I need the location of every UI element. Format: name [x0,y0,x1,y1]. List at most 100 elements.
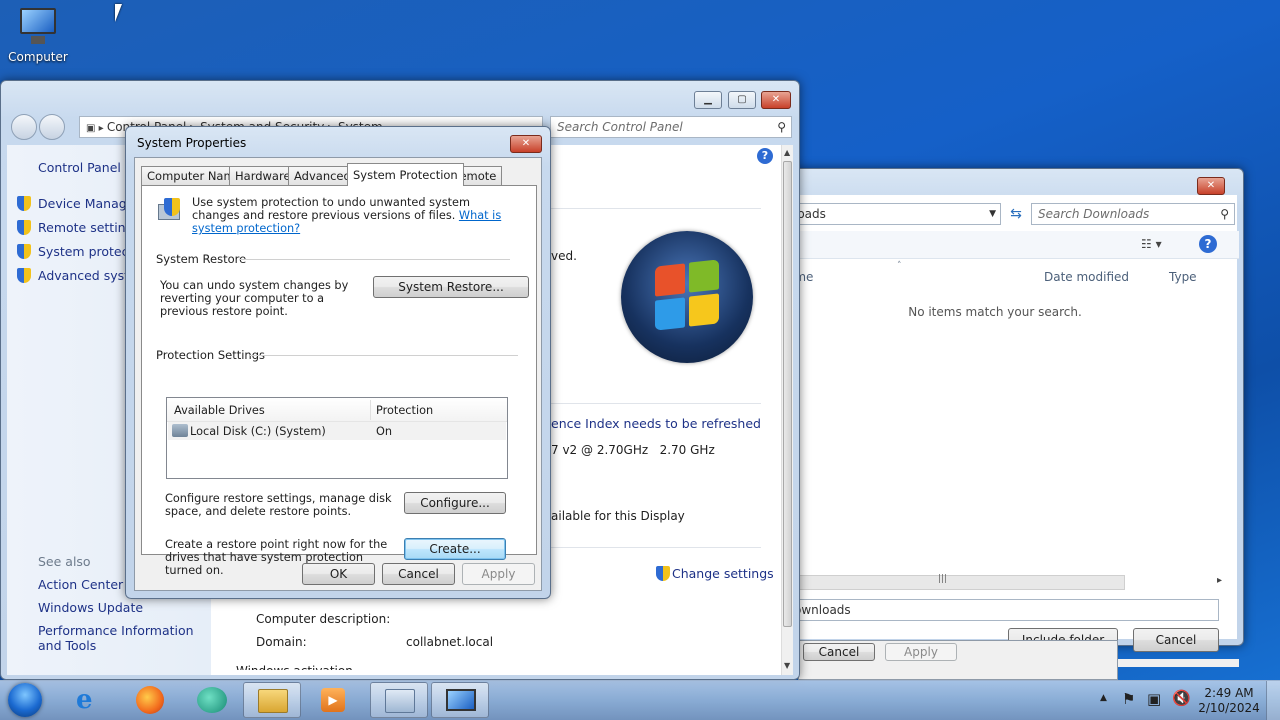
scroll-right-arrow-icon[interactable]: ▸ [1217,575,1222,586]
empty-message: No items match your search. [908,305,1082,319]
domain-label: Domain: [256,635,307,649]
search-icon[interactable]: ⚲ [777,117,786,137]
shield-icon [17,220,31,235]
cp-vertical-scrollbar[interactable]: ▲ ▼ [781,145,793,675]
search-icon[interactable]: ⚲ [1220,204,1229,224]
drives-list[interactable]: Available Drives Protection Local Disk (… [166,397,508,479]
column-date-modified[interactable]: Date modified [1044,270,1129,284]
minimize-button[interactable]: ▁ [694,91,722,109]
folder-path-field[interactable]: ownloads [787,599,1219,621]
back-arrow-icon[interactable] [11,114,37,140]
taskbar-explorer[interactable] [243,682,301,718]
restore-description: You can undo system changes by reverting… [160,279,349,318]
ok-button[interactable]: OK [302,563,375,585]
control-panel-icon [385,689,415,713]
internet-explorer-icon: e [76,685,93,715]
chat-bubble-icon [197,687,227,713]
horizontal-scrollbar[interactable]: ||| [787,574,1125,590]
see-also-action-center[interactable]: Action Center [38,577,123,592]
windows-logo [621,231,753,363]
sort-arrow-icon: ˄ [897,261,902,271]
dialog-title: System Properties [137,136,247,150]
shield-icon [656,566,670,581]
taskbar-system-properties[interactable] [431,682,489,718]
mouse-pointer-icon [115,4,122,22]
refresh-icon[interactable]: ⇆ [1005,203,1027,225]
drive-row[interactable]: Local Disk (C:) (System) On [168,422,506,440]
taskbar-internet-explorer[interactable]: e [62,682,120,718]
maximize-button[interactable]: ▢ [728,91,756,109]
column-available-drives[interactable]: Available Drives [174,404,265,417]
divider [551,403,761,404]
drive-name: Local Disk (C:) (System) [190,425,326,438]
taskbar-chat-app[interactable] [183,682,241,718]
tab-hardware[interactable]: Hardware [229,166,297,185]
volume-muted-icon[interactable]: 🔇 [1172,689,1191,707]
processor-value: 7 v2 @ 2.70GHz 2.70 GHz [551,443,715,457]
explorer-toolbar: ☷ ▾ ? [787,231,1239,259]
group-divider [240,259,510,260]
windows-orb-icon [8,683,42,717]
taskbar-media-player[interactable]: ▶ [305,682,363,718]
network-icon[interactable]: ▣ [1147,690,1161,708]
dialog-close-button[interactable]: ✕ [510,135,542,153]
column-protection[interactable]: Protection [376,404,433,417]
firefox-icon [136,686,164,714]
hard-drive-icon [172,424,188,437]
background-dialog: Cancel Apply [798,640,1118,680]
computer-icon [17,6,59,46]
tray-clock[interactable]: 2:49 AM 2/10/2024 [1198,686,1260,716]
see-also-windows-update[interactable]: Windows Update [38,600,143,615]
intro-text: Use system protection to undo unwanted s… [192,196,470,222]
explorer-close-button[interactable]: ✕ [1197,177,1225,195]
scroll-down-arrow-icon[interactable]: ▼ [784,661,790,670]
background-apply-button[interactable]: Apply [885,643,957,661]
explorer-address-bar[interactable]: loads ▼ [787,203,1001,225]
system-protection-icon [154,196,184,226]
view-options-icon[interactable]: ☷ ▾ [1141,237,1162,251]
system-properties-dialog: System Properties ✕ Computer Name Hardwa… [125,126,551,599]
domain-value: collabnet.local [406,635,494,649]
computer-icon [446,689,476,711]
configure-button[interactable]: Configure... [404,492,506,514]
forward-arrow-icon[interactable] [39,114,65,140]
computer-small-icon: ▣ ▸ [86,123,107,134]
clock-date: 2/10/2024 [1198,701,1260,715]
dropdown-arrow-icon[interactable]: ▼ [989,204,996,224]
drive-protection-status: On [376,425,393,438]
shield-icon [17,196,31,211]
apply-button[interactable]: Apply [462,563,535,585]
background-cancel-button[interactable]: Cancel [803,643,875,661]
group-divider [250,355,518,356]
change-settings-link[interactable]: Change settings [672,566,774,581]
divider [551,208,761,209]
see-also-performance[interactable]: Performance Information and Tools [38,623,208,653]
desktop-icon-computer[interactable]: Computer [4,6,72,64]
divider [551,547,761,548]
shield-icon [17,268,31,283]
experience-index-link[interactable]: ence Index needs to be refreshed [551,416,761,431]
taskbar-firefox[interactable] [122,682,180,718]
column-type[interactable]: Type [1169,270,1197,284]
explorer-search-input[interactable]: Search Downloads ⚲ [1031,203,1235,225]
see-also-heading: See also [38,554,91,569]
system-restore-button[interactable]: System Restore... [373,276,529,298]
help-icon[interactable]: ? [757,148,773,164]
show-hidden-icons-icon[interactable]: ▲ [1100,693,1107,703]
explorer-cancel-button[interactable]: Cancel [1133,628,1219,652]
computer-description-label: Computer description: [256,612,391,626]
close-button[interactable]: ✕ [761,91,791,109]
cancel-button[interactable]: Cancel [382,563,455,585]
help-icon[interactable]: ? [1199,235,1217,253]
start-button[interactable] [4,682,48,718]
scroll-grip-icon: ||| [938,574,948,584]
action-center-flag-icon[interactable]: ⚑ [1122,690,1135,708]
desktop-icon-label: Computer [8,50,68,64]
scroll-up-arrow-icon[interactable]: ▲ [784,148,790,157]
show-desktop-button[interactable] [1266,681,1280,720]
create-button[interactable]: Create... [404,538,506,560]
cp-search-input[interactable]: Search Control Panel ⚲ [550,116,792,138]
tab-system-protection[interactable]: System Protection [347,163,464,186]
scroll-thumb[interactable] [783,161,792,627]
taskbar-control-panel[interactable] [370,682,428,718]
